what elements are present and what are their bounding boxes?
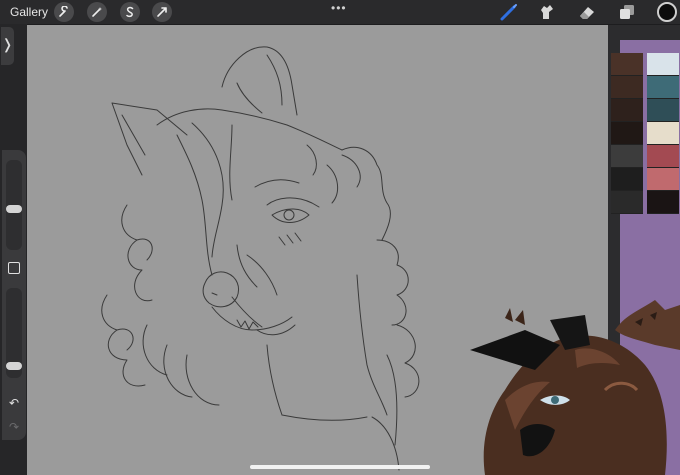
redo-button[interactable]: ↷: [9, 420, 19, 434]
palette-swatch-right-5[interactable]: [647, 145, 679, 168]
palette-swatch-right-4[interactable]: [647, 122, 679, 145]
top-toolbar: Gallery •••: [0, 0, 680, 24]
eraser-icon[interactable]: [578, 3, 596, 21]
side-toolbar: ↶ ↷: [2, 150, 26, 440]
palette-swatch-left-7[interactable]: [611, 191, 643, 214]
brush-size-slider[interactable]: [6, 160, 22, 250]
palette-right-column: [647, 53, 679, 214]
palette-swatch-left-4[interactable]: [611, 122, 643, 145]
gallery-button[interactable]: Gallery: [10, 5, 48, 19]
palette-swatch-left-5[interactable]: [611, 145, 643, 168]
modify-button[interactable]: [8, 262, 20, 274]
home-indicator[interactable]: [250, 465, 430, 469]
palette-swatch-left-6[interactable]: [611, 168, 643, 191]
palette-swatch-right-1[interactable]: [647, 53, 679, 76]
wrench-icon[interactable]: [54, 2, 74, 22]
opacity-slider[interactable]: [6, 288, 22, 378]
palette-swatch-right-2[interactable]: [647, 76, 679, 99]
sidebar-toggle-button[interactable]: ❭: [1, 27, 14, 65]
palette-left-column: [611, 53, 643, 214]
sketch-right-ear: [221, 46, 298, 116]
layers-icon[interactable]: [618, 3, 636, 21]
more-options-button[interactable]: •••: [331, 1, 347, 15]
palette-swatch-left-1[interactable]: [611, 53, 643, 76]
palette-swatch-right-3[interactable]: [647, 99, 679, 122]
sketch-eye: [266, 197, 320, 208]
sketch-hair: [156, 108, 343, 151]
transform-icon[interactable]: [152, 2, 172, 22]
opacity-thumb[interactable]: [6, 361, 22, 370]
palette-swatch-right-7[interactable]: [647, 191, 679, 214]
reference-hand: [615, 300, 680, 350]
undo-button[interactable]: ↶: [9, 396, 19, 410]
selection-icon[interactable]: [120, 2, 140, 22]
reference-character-image: [470, 300, 680, 475]
brush-size-thumb[interactable]: [6, 205, 22, 214]
sketch-neck: [266, 344, 283, 416]
sketch-left-ear: [111, 102, 188, 176]
palette-swatch-right-6[interactable]: [647, 168, 679, 191]
palette-swatch-left-2[interactable]: [611, 76, 643, 99]
color-picker-swatch[interactable]: [657, 2, 677, 22]
palette-swatch-left-3[interactable]: [611, 99, 643, 122]
brush-icon[interactable]: [500, 3, 518, 21]
magic-wand-icon[interactable]: [87, 2, 107, 22]
smudge-icon[interactable]: [538, 3, 556, 21]
sketch-muzzle: [202, 271, 240, 308]
